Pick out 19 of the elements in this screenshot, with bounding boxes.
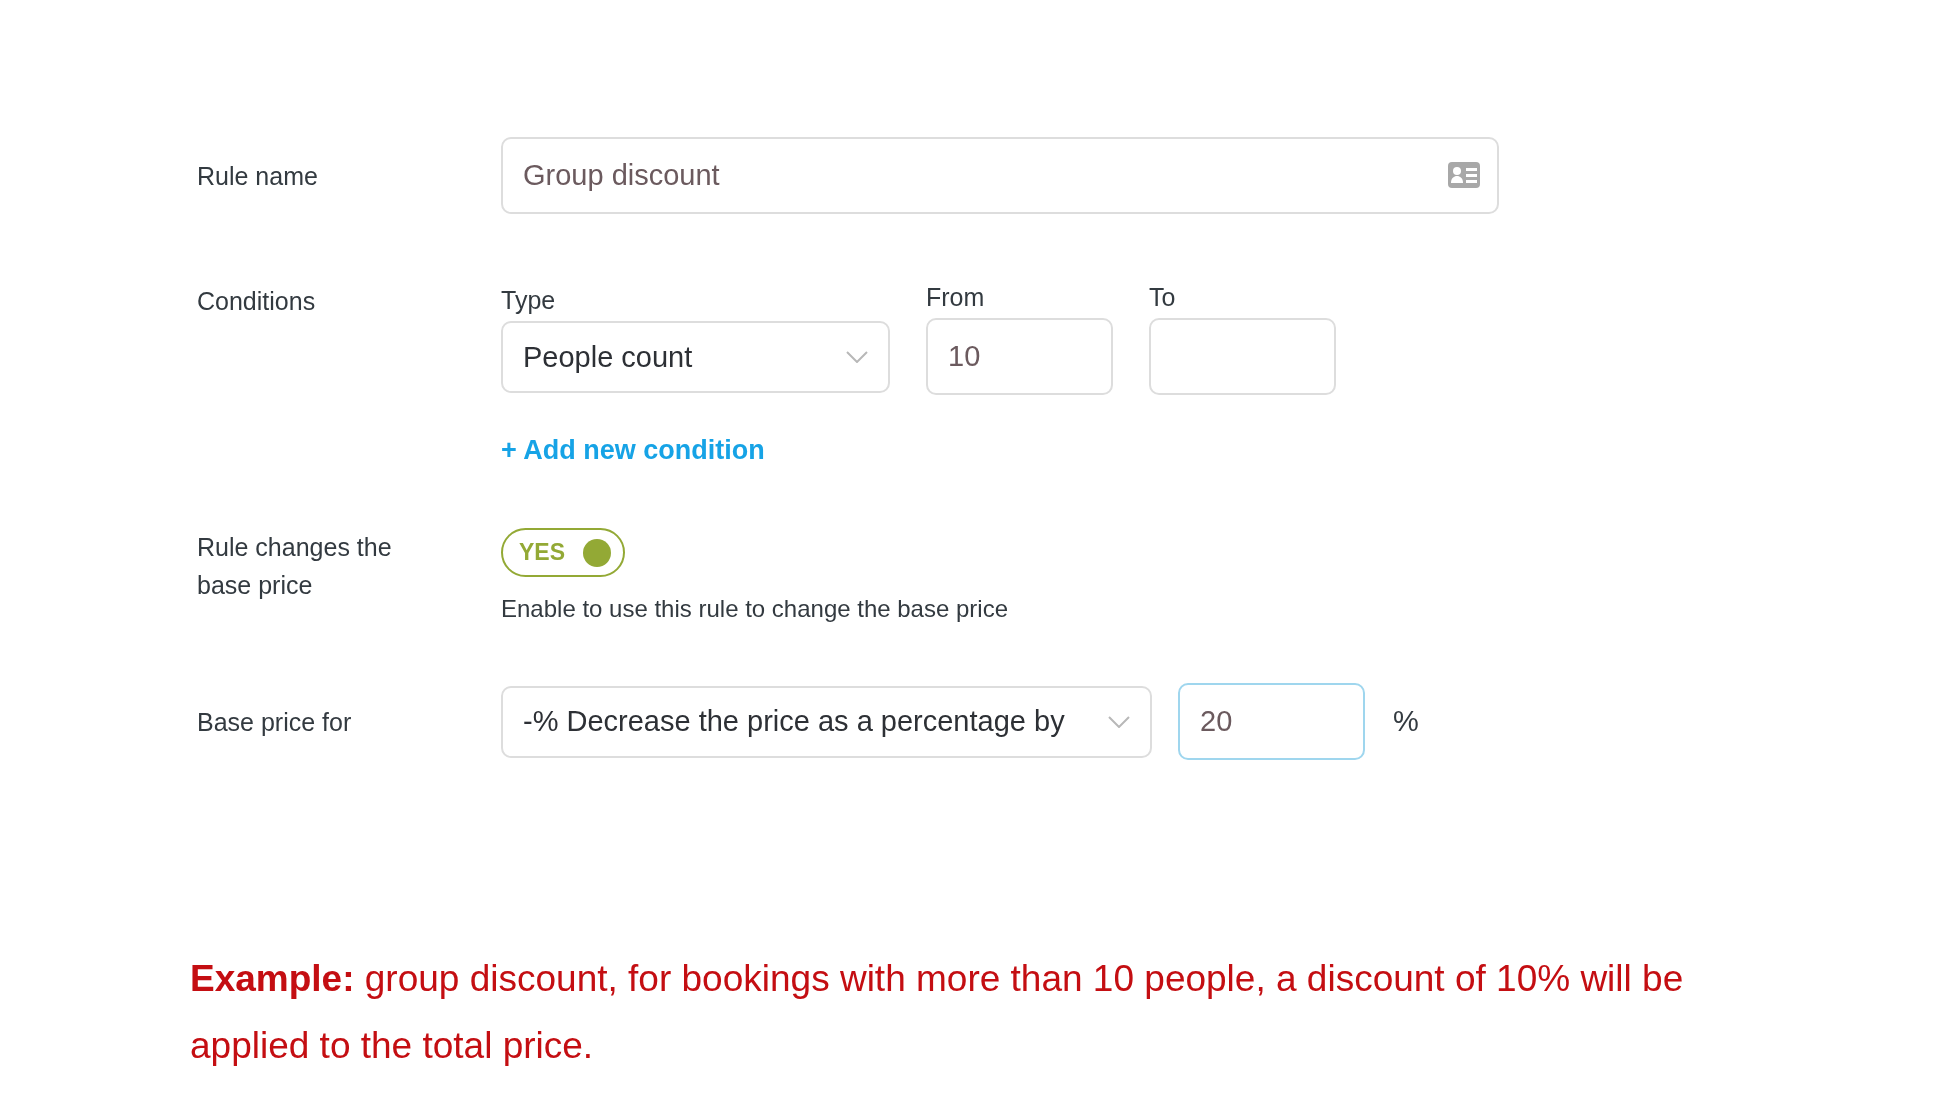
chevron-down-icon (846, 351, 868, 363)
hint-text: Enable to use this rule to change the base price (501, 595, 1008, 623)
amount-field[interactable]: 20 (1178, 683, 1365, 760)
to-field[interactable] (1149, 318, 1336, 395)
column-label: Type (501, 285, 557, 315)
type-select[interactable]: People count (501, 321, 890, 393)
field-label: Rule name (197, 160, 319, 192)
field-label: Base price for (197, 706, 353, 738)
from-field[interactable]: 10 (926, 318, 1113, 395)
rule-name-field[interactable]: Group discount (501, 137, 1499, 214)
chevron-down-icon (1108, 715, 1130, 728)
column-label: From (926, 282, 986, 312)
unit-label: % (1393, 705, 1419, 738)
field-label: Rule changes the base price (197, 532, 393, 601)
example-text: Example: group discount, for bookings with more than 10 people, a discount of 10% will be applied to the total price. (190, 957, 1685, 1068)
field-label: Conditions (197, 286, 317, 317)
column-label: To (1149, 282, 1177, 312)
base-price-select[interactable]: -% Decrease the price as a percentage by (501, 685, 1152, 758)
contact-card-icon (1447, 161, 1481, 189)
